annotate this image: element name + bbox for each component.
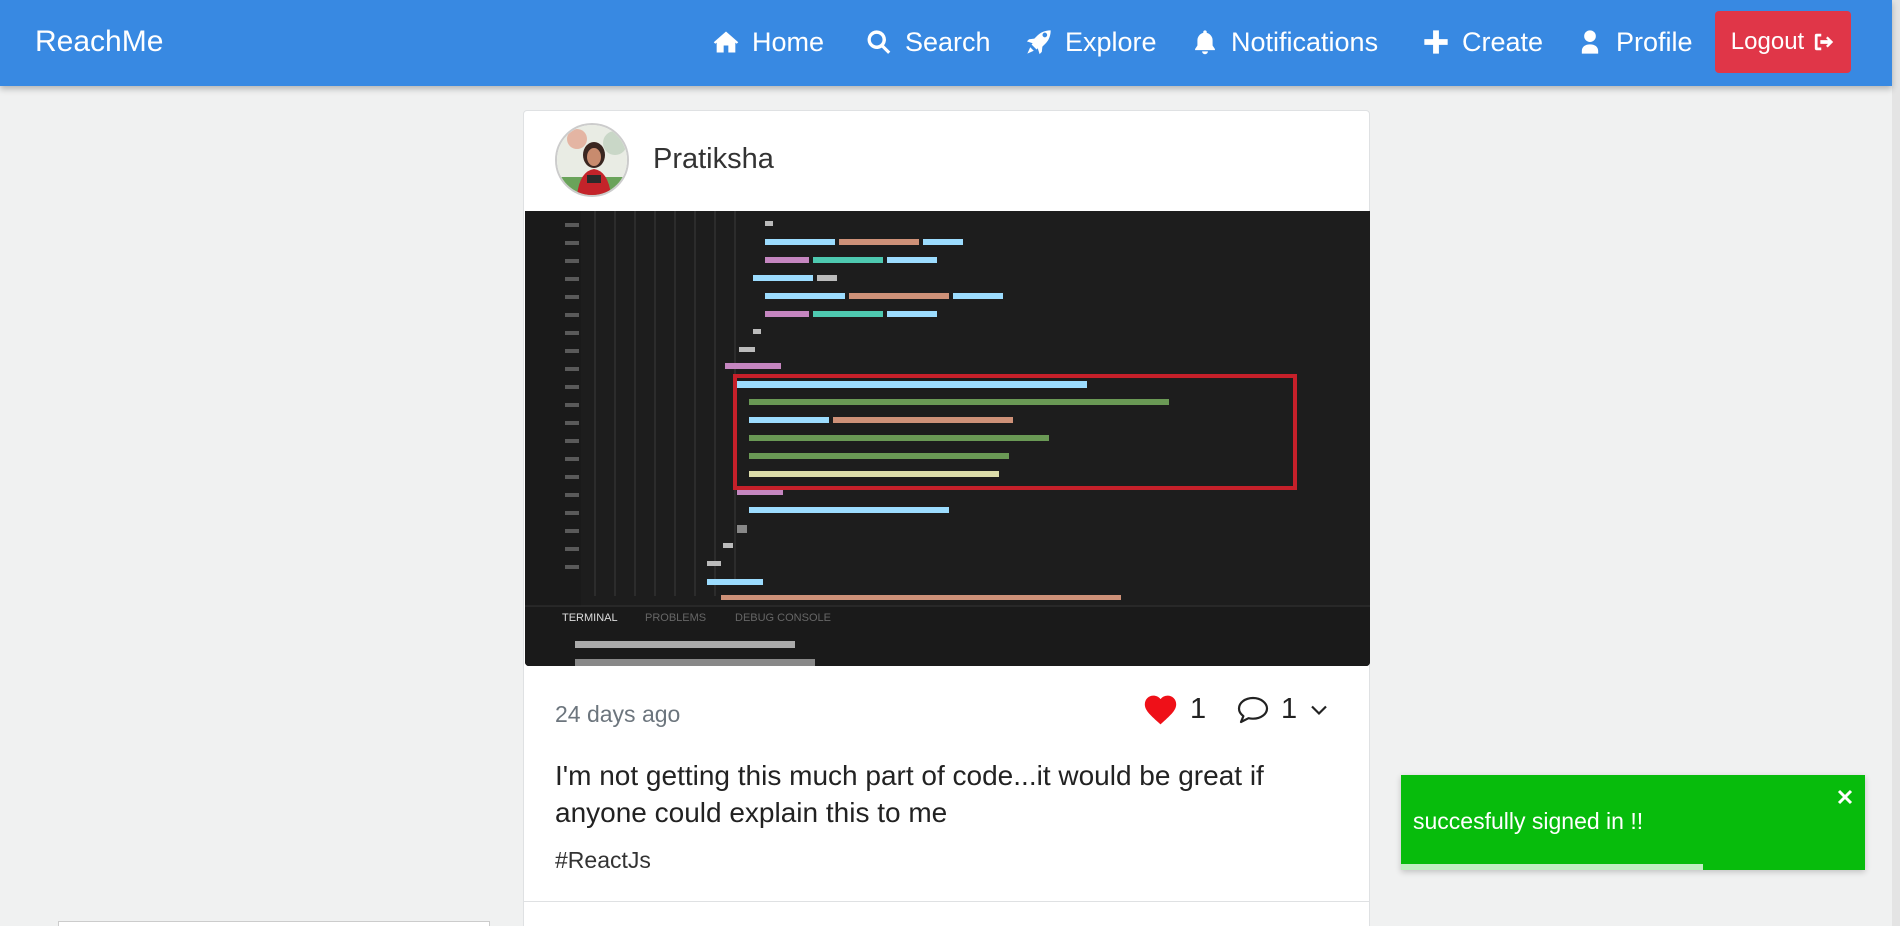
post-card: Pratiksha TERMINAL PROBLEMS DEBUG CONSOL…: [523, 110, 1370, 926]
rocket-icon: [1026, 30, 1051, 55]
post-image[interactable]: TERMINAL PROBLEMS DEBUG CONSOLE: [525, 211, 1370, 666]
post-time: 24 days ago: [555, 701, 681, 727]
problems-tab: PROBLEMS: [645, 612, 706, 624]
chevron-down-icon: [1311, 705, 1327, 715]
user-icon: [1581, 30, 1599, 54]
navbar: ReachMe Home Search Explore Notification…: [0, 0, 1892, 86]
comment-icon: [1237, 696, 1269, 723]
debug-console-tab: DEBUG CONSOLE: [735, 612, 831, 624]
comments-toggle[interactable]: 1: [1237, 693, 1328, 726]
post-username[interactable]: Pratiksha: [653, 143, 774, 176]
nav-profile-label: Profile: [1616, 26, 1693, 57]
nav-profile[interactable]: Profile: [1576, 24, 1693, 60]
search-icon: [867, 30, 891, 54]
like-count: 1: [1190, 693, 1207, 725]
sign-out-icon: [1815, 33, 1834, 51]
home-icon: [713, 31, 739, 53]
close-icon[interactable]: [1835, 787, 1855, 807]
toast-notification[interactable]: succesfully signed in !!: [1401, 775, 1865, 870]
nav-notifications-label: Notifications: [1231, 26, 1379, 57]
toast-message: succesfully signed in !!: [1413, 808, 1644, 834]
avatar[interactable]: [555, 123, 629, 197]
nav-notifications[interactable]: Notifications: [1191, 24, 1378, 60]
sidebar-card: [58, 921, 490, 926]
post-hashtag[interactable]: #ReactJs: [555, 847, 651, 874]
comment-count: 1: [1281, 693, 1298, 725]
scrollbar[interactable]: [1892, 0, 1900, 926]
terminal-tab: TERMINAL: [562, 612, 618, 624]
nav-search-label: Search: [905, 26, 991, 57]
nav-home[interactable]: Home: [712, 24, 824, 60]
nav-explore[interactable]: Explore: [1025, 24, 1157, 60]
nav-search[interactable]: Search: [865, 24, 991, 60]
logout-label: Logout: [1730, 28, 1805, 55]
nav-home-label: Home: [752, 26, 825, 57]
toast-progress-fill: [1401, 864, 1703, 870]
nav-explore-label: Explore: [1065, 26, 1157, 57]
nav-create[interactable]: Create: [1422, 24, 1543, 60]
logout-button[interactable]: Logout: [1715, 11, 1851, 73]
post-caption: I'm not getting this much part of code..…: [555, 760, 1264, 828]
toast-progress-bar: [1401, 864, 1865, 870]
plus-icon: [1424, 30, 1448, 54]
heart-icon: [1144, 695, 1177, 724]
bell-icon: [1195, 30, 1215, 55]
brand-logo[interactable]: ReachMe: [35, 25, 163, 59]
card-divider: [524, 901, 1369, 902]
nav-create-label: Create: [1462, 26, 1544, 57]
like-button[interactable]: 1: [1144, 693, 1206, 726]
